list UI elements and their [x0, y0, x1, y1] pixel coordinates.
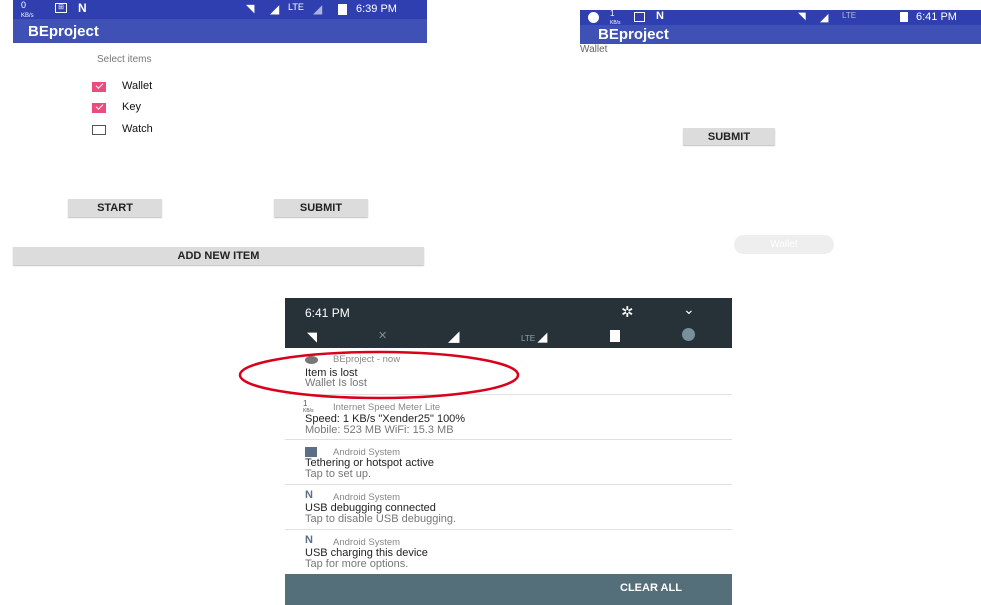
hotspot-icon: ⊞ [55, 3, 67, 13]
checkbox-watch[interactable] [92, 125, 106, 135]
checkbox-key-row[interactable]: Key [92, 101, 192, 115]
battery-saver-tile-icon[interactable] [610, 330, 620, 342]
battery-icon [338, 4, 347, 15]
speed-value: 1 [610, 9, 615, 18]
highlight-ellipse [238, 350, 520, 400]
status-time: 6:39 PM [356, 3, 397, 15]
hotspot-icon [305, 447, 317, 457]
left-status-bar: 0 KB/s ⊞ N ◥ ◢ LTE ◢ 6:39 PM [13, 0, 427, 19]
bluetooth-tile-icon[interactable]: ✕ [378, 329, 387, 342]
usb-debug-icon: N [78, 1, 87, 15]
app-title: BEproject [598, 26, 669, 43]
right-app-bar: BEproject [580, 25, 981, 44]
right-status-bar: 1 KB/s N ◥ ◢ LTE 6:41 PM [580, 9, 981, 26]
notification-body: Tap to disable USB debugging. [305, 513, 457, 525]
checkbox-wallet-label: Wallet [122, 80, 153, 92]
start-button[interactable]: START [68, 199, 162, 217]
lost-item-text: Wallet [580, 44, 608, 55]
checkbox-watch-label: Watch [122, 123, 153, 135]
speed-value: 0 [21, 0, 27, 10]
network-type: LTE [842, 11, 857, 20]
rotation-tile-icon[interactable] [682, 328, 695, 341]
submit-button-right[interactable]: SUBMIT [683, 128, 775, 145]
clear-all-button[interactable]: CLEAR ALL [620, 582, 682, 594]
quick-settings-panel: 6:41 PM ✲ ⌄ ◥ ✕ ◢ LTE ◢ [285, 298, 732, 348]
select-items-label: Select items [97, 54, 152, 65]
app-title: BEproject [28, 23, 99, 40]
signal-icon: ◢ [270, 2, 280, 16]
checkbox-key[interactable] [92, 103, 106, 113]
submit-button[interactable]: SUBMIT [274, 199, 368, 217]
hotspot-icon [634, 12, 645, 22]
left-app-bar: BEproject [13, 19, 427, 43]
speed-meter: 0 KB/s [21, 1, 34, 21]
notification-item[interactable]: Android System Tethering or hotspot acti… [285, 440, 732, 484]
checkbox-watch-row[interactable]: Watch [92, 123, 192, 137]
notification-app: Internet Speed Meter Lite [333, 402, 441, 413]
checkbox-key-label: Key [122, 101, 141, 113]
shade-time: 6:41 PM [305, 306, 350, 320]
toast-message: Wallet [734, 235, 834, 254]
notification-item[interactable]: N Android System USB charging this devic… [285, 530, 732, 574]
wifi-tile-icon[interactable]: ◥ [307, 329, 317, 345]
usb-debug-icon: N [305, 489, 313, 501]
notification-body: Mobile: 523 MB WiFi: 15.3 MB [305, 424, 454, 436]
circle-icon [588, 12, 599, 23]
add-new-item-button[interactable]: ADD NEW ITEM [13, 247, 424, 265]
network-type: LTE [288, 2, 304, 12]
notification-item[interactable]: N Android System USB debugging connected… [285, 485, 732, 529]
signal-icon: ◢ [820, 12, 829, 24]
usb-debug-icon: N [656, 10, 664, 22]
notification-body: Tap for more options. [305, 558, 409, 570]
settings-gear-icon[interactable]: ✲ [621, 303, 634, 321]
signal-icon-2: ◢ [313, 2, 323, 16]
expand-chevron-icon[interactable]: ⌄ [683, 301, 695, 318]
wifi-icon: ◥ [798, 11, 806, 22]
checkbox-wallet[interactable] [92, 82, 106, 92]
wifi-icon: ◥ [246, 3, 255, 15]
status-time: 6:41 PM [916, 11, 957, 23]
lte-tile-icon[interactable]: LTE ◢ [521, 329, 547, 345]
notification-body: Tap to set up. [305, 468, 372, 480]
toast-text: Wallet [770, 239, 798, 250]
lte-tile-label: LTE [521, 334, 536, 343]
clear-all-bar: CLEAR ALL [285, 574, 732, 605]
checkbox-wallet-row[interactable]: Wallet [92, 80, 192, 94]
signal-tile-icon[interactable]: ◢ [448, 327, 460, 345]
battery-icon [900, 12, 908, 22]
usb-icon: N [305, 534, 313, 546]
